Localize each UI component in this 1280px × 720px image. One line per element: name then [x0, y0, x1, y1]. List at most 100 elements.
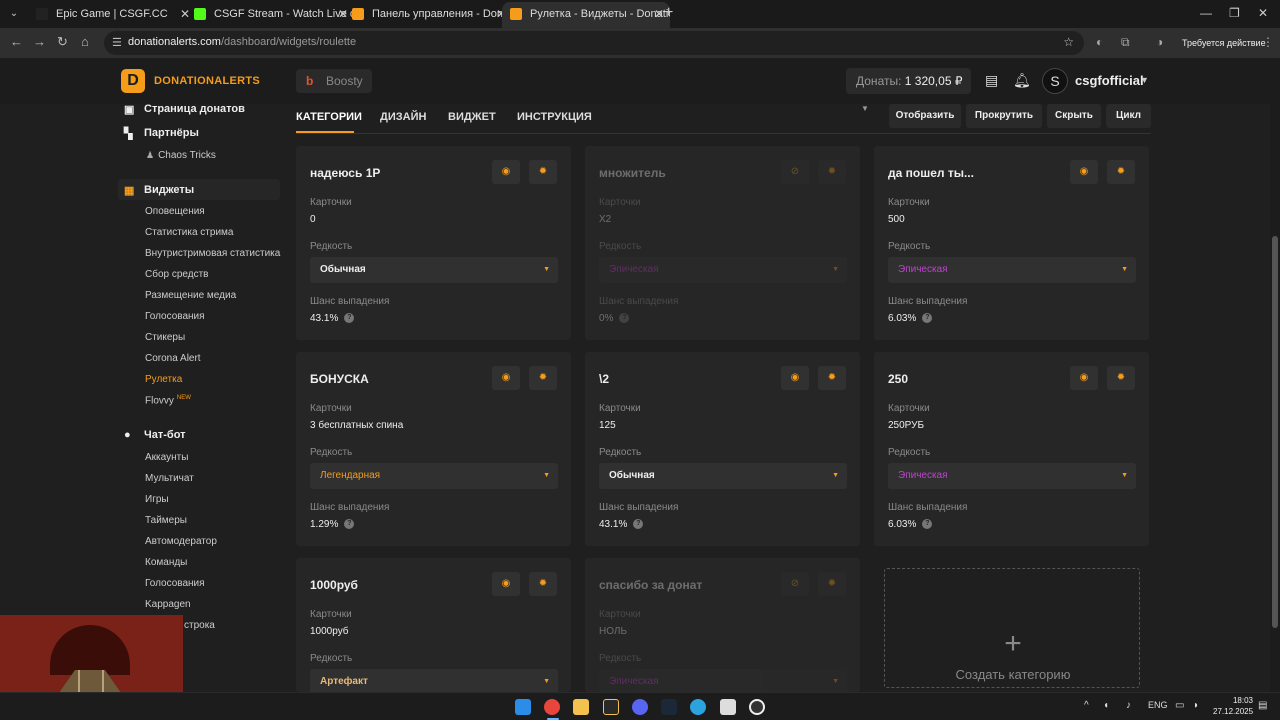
sidebar-item-timers[interactable]: Таймеры — [145, 515, 187, 526]
eye-icon[interactable]: ◉ — [492, 366, 520, 390]
hide-button[interactable]: Скрыть — [1047, 104, 1101, 128]
clock[interactable]: 18:03 27.12.2025 — [1213, 695, 1253, 717]
new-tab-icon[interactable]: + — [664, 4, 673, 22]
minimize-icon[interactable]: — — [1200, 6, 1212, 20]
eye-icon[interactable]: ◉ — [1070, 366, 1098, 390]
rarity-select[interactable]: Обычная ▼ — [310, 257, 558, 283]
back-icon[interactable]: ← — [10, 34, 23, 49]
browser-menu-icon[interactable]: ⋮ — [1262, 35, 1274, 49]
help-icon[interactable]: ? — [633, 519, 644, 530]
windows-start-icon[interactable] — [515, 699, 531, 715]
network-icon[interactable]: ▭ — [1175, 700, 1184, 711]
site-info-icon[interactable]: ☰ — [112, 36, 122, 49]
tab-widget[interactable]: ВИДЖЕТ — [448, 111, 496, 123]
spin-button[interactable]: Прокрутить — [966, 104, 1042, 128]
help-icon[interactable]: ? — [344, 519, 355, 530]
sidebar-item-commands[interactable]: Команды — [145, 557, 187, 568]
eye-icon[interactable]: ◉ — [492, 160, 520, 184]
tray-expand-icon[interactable]: ^ — [1084, 700, 1089, 711]
window-app-icon[interactable] — [720, 699, 736, 715]
sidebar-item-instream-stats[interactable]: Внутристримовая статистика — [145, 248, 280, 259]
eye-off-icon[interactable]: ⊘ — [781, 572, 809, 596]
restore-icon[interactable]: ❐ — [1229, 6, 1240, 20]
rarity-select[interactable]: Эпическая ▼ — [888, 463, 1136, 489]
news-icon[interactable]: ▤ — [985, 72, 998, 89]
rarity-select[interactable]: Эпическая ▼ — [888, 257, 1136, 283]
scrollbar-thumb[interactable] — [1272, 236, 1278, 628]
discord-icon[interactable] — [632, 699, 648, 715]
sidebar-item-stickers[interactable]: Стикеры — [145, 332, 185, 343]
sidebar-item-roulette[interactable]: Рулетка — [145, 374, 182, 385]
volume-icon[interactable]: ◖ — [1103, 700, 1109, 711]
obs-icon[interactable] — [749, 699, 765, 715]
browser-tab-4[interactable]: Рулетка - Виджеты - Donation ✕ — [502, 2, 670, 28]
rarity-select[interactable]: Эпическая ▼ — [599, 669, 847, 692]
sidebar-item-alerts[interactable]: Оповещения — [145, 206, 205, 217]
gear-icon[interactable]: ✹ — [529, 572, 557, 596]
sidebar-item-automod[interactable]: Автомодератор — [145, 536, 217, 547]
loop-button[interactable]: Цикл — [1106, 104, 1151, 128]
eye-off-icon[interactable]: ⊘ — [781, 160, 809, 184]
language-indicator[interactable]: ENG — [1148, 700, 1168, 710]
sidebar-item-multichat[interactable]: Мультичат — [145, 473, 194, 484]
sidebar-item-chat-polls[interactable]: Голосования — [145, 578, 205, 589]
logo-text[interactable]: DONATIONALERTS — [154, 75, 260, 87]
extension-icon[interactable]: ◐ — [1096, 35, 1103, 49]
action-required-button[interactable]: Требуется действие — [1172, 33, 1276, 53]
help-icon[interactable]: ? — [922, 313, 933, 324]
sidebar-item-stream-stats[interactable]: Статистика стрима — [145, 227, 233, 238]
sidebar-item-chaos-tricks[interactable]: ♟ Chaos Tricks — [146, 150, 216, 161]
chrome-icon[interactable] — [544, 699, 560, 715]
rarity-select[interactable]: Артефакт ▼ — [310, 669, 558, 692]
browser-tab-1[interactable]: Epic Game | CSGF.CC ✕ — [28, 2, 196, 28]
tab-instructions[interactable]: ИНСТРУКЦИЯ — [517, 111, 592, 123]
boosty-button[interactable]: b Boosty — [296, 69, 372, 93]
chevron-down-icon[interactable]: ▼ — [1140, 75, 1149, 85]
tab-categories[interactable]: КАТЕГОРИИ — [296, 111, 362, 123]
tab-search-icon[interactable]: ⌄ — [4, 4, 24, 24]
eye-icon[interactable]: ◉ — [781, 366, 809, 390]
steam-icon[interactable] — [661, 699, 677, 715]
sidebar-item-flovvy[interactable]: Flovvy NEW — [145, 395, 191, 406]
bookmark-star-icon[interactable]: ☆ — [1063, 35, 1074, 49]
file-explorer-icon[interactable] — [573, 699, 589, 715]
eye-icon[interactable]: ◉ — [1070, 160, 1098, 184]
rarity-select[interactable]: Обычная ▼ — [599, 463, 847, 489]
address-bar[interactable]: ☰ donationalerts.com/dashboard/widgets/r… — [104, 31, 1084, 55]
telegram-icon[interactable] — [690, 699, 706, 715]
sidebar-item-accounts[interactable]: Аккаунты — [145, 452, 188, 463]
speaker-icon[interactable]: ◗ — [1193, 700, 1199, 711]
browser-tab-2[interactable]: CSGF Stream - Watch Live on K ✕ — [186, 2, 354, 28]
donats-dropdown[interactable]: Донаты: 1 320,05 ₽ ▼ — [846, 68, 971, 113]
gear-icon[interactable]: ✹ — [818, 366, 846, 390]
help-icon[interactable]: ? — [344, 313, 355, 324]
sidebar-item-corona-alert[interactable]: Corona Alert — [145, 353, 201, 364]
extensions-puzzle-icon[interactable]: ⧉ — [1121, 35, 1130, 50]
sidebar-item-polls[interactable]: Голосования — [145, 311, 205, 322]
tab-design[interactable]: ДИЗАЙН — [380, 111, 426, 123]
rarity-select[interactable]: Легендарная ▼ — [310, 463, 558, 489]
app-icon[interactable] — [603, 699, 619, 715]
gear-icon[interactable]: ✹ — [1107, 366, 1135, 390]
notifications-icon[interactable]: ▤ — [1258, 700, 1267, 711]
gear-icon[interactable]: ✹ — [529, 366, 557, 390]
gear-icon[interactable]: ✹ — [818, 160, 846, 184]
help-icon[interactable]: ? — [922, 519, 933, 530]
help-icon[interactable]: ? — [619, 313, 630, 324]
forward-icon[interactable]: → — [33, 34, 46, 49]
close-icon[interactable]: ✕ — [654, 2, 664, 26]
sidebar-item-media[interactable]: Размещение медиа — [145, 290, 236, 301]
sidebar-item-kappagen[interactable]: Kappagen — [145, 599, 191, 610]
mic-icon[interactable]: ♪ — [1126, 700, 1131, 711]
avatar[interactable]: S — [1042, 68, 1068, 94]
show-button[interactable]: Отобразить — [889, 104, 961, 128]
gear-icon[interactable]: ✹ — [529, 160, 557, 184]
donationalerts-logo-icon[interactable]: D — [121, 69, 145, 93]
close-window-icon[interactable]: ✕ — [1258, 6, 1268, 20]
bell-icon[interactable]: 🔔︎ — [1013, 72, 1031, 89]
sidebar-item-line[interactable]: строка — [184, 620, 215, 631]
browser-tab-3[interactable]: Панель управления - Donation ✕ — [344, 2, 512, 28]
gear-icon[interactable]: ✹ — [818, 572, 846, 596]
home-icon[interactable]: ⌂ — [81, 34, 89, 49]
gear-icon[interactable]: ✹ — [1107, 160, 1135, 184]
